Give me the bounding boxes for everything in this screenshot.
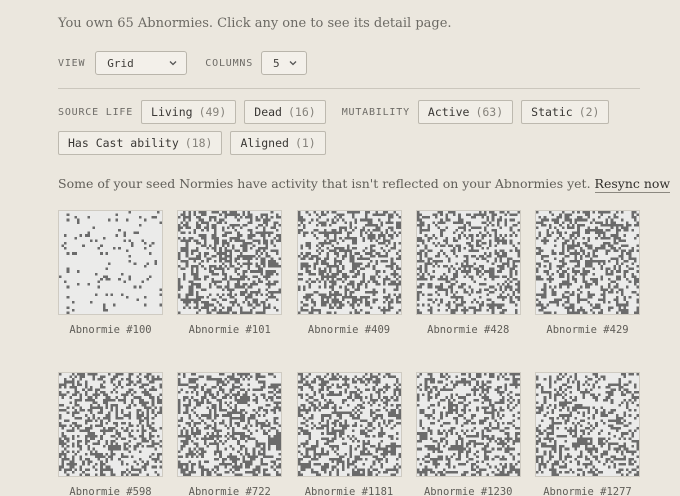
filter-cast-chip[interactable]: Has Cast ability (18) xyxy=(58,131,223,155)
view-label: VIEW xyxy=(58,57,86,69)
abnormie-thumbnail xyxy=(535,372,640,477)
resync-link[interactable]: Resync now xyxy=(594,176,671,193)
chevron-down-icon xyxy=(289,61,297,66)
chip-label: Static xyxy=(531,105,573,119)
abnormie-card[interactable]: Abnormie #722 xyxy=(177,372,283,496)
abnormie-caption: Abnormie #101 xyxy=(188,324,271,336)
chip-count: (18) xyxy=(184,136,213,150)
notice-text: Some of your seed Normies have activity … xyxy=(58,176,591,191)
chip-count: (1) xyxy=(294,136,316,150)
columns-label: COLUMNS xyxy=(205,57,254,69)
abnormie-thumbnail xyxy=(58,372,163,477)
intro-text: You own 65 Abnormies. Click any one to s… xyxy=(58,16,452,31)
filter-row-2: Has Cast ability (18) Aligned (1) xyxy=(58,131,326,155)
abnormie-card[interactable]: Abnormie #429 xyxy=(535,210,640,336)
abnormie-grid: Abnormie #100 Abnormie #101 Abnormie #409 A… xyxy=(58,210,640,496)
pixel-art-image xyxy=(178,373,282,476)
abnormie-thumbnail xyxy=(177,372,283,477)
pixel-art-image xyxy=(178,211,282,314)
filter-living-chip[interactable]: Living (49) xyxy=(141,100,237,124)
abnormie-thumbnail xyxy=(58,210,163,315)
abnormie-caption: Abnormie #428 xyxy=(427,324,510,336)
chip-count: (16) xyxy=(287,105,316,119)
mutability-label: MUTABILITY xyxy=(341,106,410,118)
resync-notice: Some of your seed Normies have activity … xyxy=(58,176,671,193)
chip-count: (63) xyxy=(475,105,504,119)
filter-dead-chip[interactable]: Dead (16) xyxy=(244,100,326,124)
chip-label: Living xyxy=(151,105,193,119)
chip-label: Aligned xyxy=(240,136,289,150)
abnormie-thumbnail xyxy=(296,210,402,315)
pixel-art-image xyxy=(416,211,520,314)
chip-count: (2) xyxy=(578,105,600,119)
abnormie-card[interactable]: Abnormie #1277 xyxy=(535,372,640,496)
abnormie-thumbnail xyxy=(535,210,640,315)
chip-count: (49) xyxy=(198,105,227,119)
pixel-art-image xyxy=(297,373,401,476)
chip-label: Active xyxy=(427,105,470,119)
chip-label: Has Cast ability xyxy=(68,136,179,150)
divider xyxy=(58,88,640,89)
filter-row-1: SOURCE LIFE Living (49) Dead (16) MUTABI… xyxy=(58,100,610,124)
pixel-art-image xyxy=(536,373,639,476)
columns-select[interactable]: 5 xyxy=(261,51,308,75)
abnormie-card[interactable]: Abnormie #100 xyxy=(58,210,163,336)
abnormie-card[interactable]: Abnormie #1181 xyxy=(296,372,402,496)
view-controls: VIEW Grid COLUMNS 5 xyxy=(58,51,308,75)
filter-aligned-chip[interactable]: Aligned (1) xyxy=(230,131,326,155)
pixel-art-image xyxy=(536,211,639,314)
chevron-down-icon xyxy=(169,61,177,66)
abnormie-card[interactable]: Abnormie #101 xyxy=(177,210,283,336)
abnormie-caption: Abnormie #1181 xyxy=(304,486,394,496)
abnormie-thumbnail xyxy=(415,210,521,315)
abnormie-thumbnail xyxy=(415,372,521,477)
chip-label: Dead xyxy=(254,105,282,119)
pixel-art-image xyxy=(297,211,401,314)
pixel-art-image xyxy=(59,373,162,476)
abnormie-caption: Abnormie #1230 xyxy=(423,486,513,496)
abnormie-caption: Abnormie #429 xyxy=(546,324,629,336)
abnormie-caption: Abnormie #722 xyxy=(188,486,271,496)
abnormie-card[interactable]: Abnormie #1230 xyxy=(415,372,521,496)
columns-select-value: 5 xyxy=(273,56,280,70)
abnormie-card[interactable]: Abnormie #598 xyxy=(58,372,163,496)
source-life-label: SOURCE LIFE xyxy=(58,106,134,118)
abnormie-caption: Abnormie #409 xyxy=(307,324,391,336)
filter-active-chip[interactable]: Active (63) xyxy=(417,100,514,124)
abnormie-caption: Abnormie #100 xyxy=(69,324,152,336)
pixel-art-image xyxy=(59,211,162,314)
view-select[interactable]: Grid xyxy=(95,51,188,75)
abnormie-caption: Abnormie #598 xyxy=(69,486,152,496)
filter-static-chip[interactable]: Static (2) xyxy=(521,100,610,124)
abnormie-thumbnail xyxy=(296,372,402,477)
abnormie-card[interactable]: Abnormie #428 xyxy=(415,210,521,336)
abnormie-card[interactable]: Abnormie #409 xyxy=(296,210,402,336)
pixel-art-image xyxy=(416,373,520,476)
abnormie-caption: Abnormie #1277 xyxy=(543,486,632,496)
abnormie-thumbnail xyxy=(177,210,283,315)
view-select-value: Grid xyxy=(107,56,134,70)
